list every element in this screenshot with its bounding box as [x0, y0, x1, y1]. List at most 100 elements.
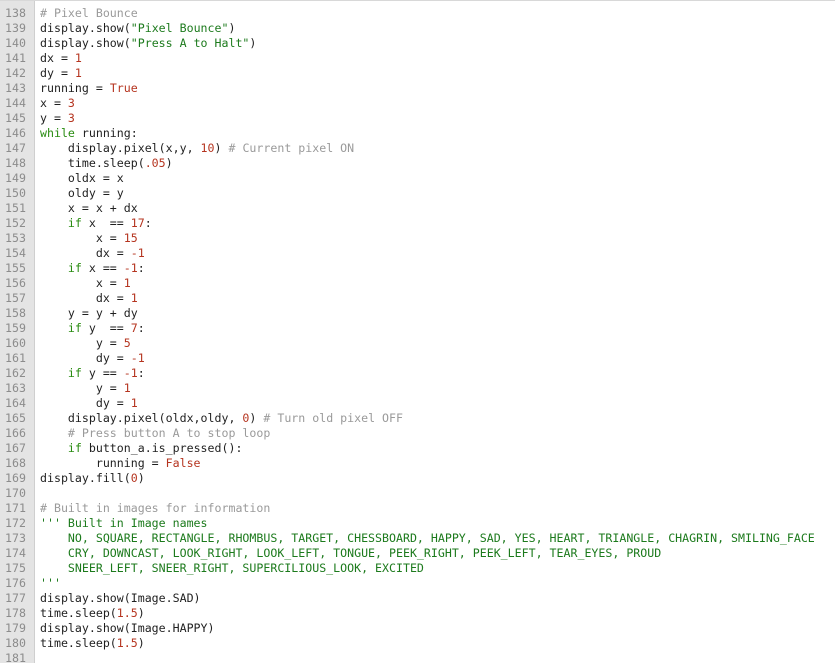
code-line[interactable]: dx = 1 [40, 291, 835, 306]
code-line[interactable]: if x == 17: [40, 216, 835, 231]
code-token: if [67, 216, 82, 230]
code-line[interactable]: display.show(Image.SAD) [40, 591, 835, 606]
code-line[interactable]: oldx = x [40, 171, 835, 186]
code-line[interactable]: CRY, DOWNCAST, LOOK_RIGHT, LOOK_LEFT, TO… [40, 546, 835, 561]
code-line[interactable]: dy = 1 [40, 66, 835, 81]
code-line[interactable]: if y == -1: [40, 366, 835, 381]
code-token: display.fill( [40, 471, 131, 485]
code-line[interactable] [40, 486, 835, 501]
code-token: ) [214, 141, 229, 155]
line-number: 152 [5, 216, 26, 230]
code-token: 0 [130, 471, 138, 485]
line-number: 144 [5, 96, 26, 110]
code-token: x == [81, 216, 131, 230]
code-token: dy = [40, 66, 75, 80]
line-number: 165 [5, 411, 26, 425]
code-token: 3 [67, 111, 75, 125]
code-line[interactable]: y = 5 [40, 336, 835, 351]
code-editor[interactable]: 138 139 140 141 142 143 144 145 146 147 148 149 150 1… [0, 0, 835, 665]
code-line[interactable]: if button_a.is_pressed(): [40, 441, 835, 456]
code-line[interactable]: dy = -1 [40, 351, 835, 366]
code-line[interactable]: ''' Built in Image names [40, 516, 835, 531]
code-token: 1 [123, 276, 131, 290]
code-token: y = y + dy [40, 306, 138, 320]
code-token: # Press button A to stop loop [67, 426, 271, 440]
code-line[interactable]: while running: [40, 126, 835, 141]
code-line[interactable]: x = 1 [40, 276, 835, 291]
code-line[interactable]: if x == -1: [40, 261, 835, 276]
code-line[interactable]: time.sleep(1.5) [40, 606, 835, 621]
code-token: : [137, 261, 145, 275]
line-number: 151 [5, 201, 26, 215]
line-number: 140 [5, 36, 26, 50]
code-line[interactable]: display.show(Image.HAPPY) [40, 621, 835, 636]
line-number: 150 [5, 186, 26, 200]
code-token: running = [40, 81, 110, 95]
code-line[interactable]: dx = -1 [40, 246, 835, 261]
code-token: NO, SQUARE, RECTANGLE, RHOMBUS, TARGET, … [40, 531, 815, 545]
code-line[interactable]: display.fill(0) [40, 471, 835, 486]
code-line[interactable]: display.pixel(oldx,oldy, 0) # Turn old p… [40, 411, 835, 426]
code-token: ''' [40, 576, 61, 590]
line-number: 181 [5, 651, 26, 665]
code-token: y = [40, 381, 124, 395]
code-token: y = [40, 336, 124, 350]
code-line[interactable]: # Pixel Bounce [40, 6, 835, 21]
code-line[interactable]: time.sleep(1.5) [40, 636, 835, 651]
line-number: 143 [5, 81, 26, 95]
code-token: 1 [130, 291, 138, 305]
code-token: : [137, 366, 145, 380]
code-line[interactable]: display.show("Press A to Halt") [40, 36, 835, 51]
code-token: display.show( [40, 36, 131, 50]
code-token: # Turn old pixel OFF [263, 411, 403, 425]
code-line[interactable]: # Press button A to stop loop [40, 426, 835, 441]
line-number: 161 [5, 351, 26, 365]
code-line[interactable]: dy = 1 [40, 396, 835, 411]
code-line[interactable]: y = 1 [40, 381, 835, 396]
code-token: 15 [123, 231, 138, 245]
code-line[interactable]: # Built in images for information [40, 501, 835, 516]
line-number-gutter: 138 139 140 141 142 143 144 145 146 147 148 149 150 1… [0, 1, 35, 665]
code-token: ) [228, 21, 236, 35]
code-token: : [137, 321, 145, 335]
code-line[interactable]: time.sleep(.05) [40, 156, 835, 171]
code-line[interactable]: oldy = y [40, 186, 835, 201]
code-line[interactable]: display.show("Pixel Bounce") [40, 21, 835, 36]
code-token: if [67, 261, 82, 275]
code-line[interactable] [40, 651, 835, 663]
code-token: # Built in images for information [40, 501, 271, 515]
code-token: -1 [130, 246, 145, 260]
code-line[interactable]: display.pixel(x,y, 10) # Current pixel O… [40, 141, 835, 156]
code-line[interactable]: running = False [40, 456, 835, 471]
line-number: 170 [5, 486, 26, 500]
code-line[interactable]: if y == 7: [40, 321, 835, 336]
code-line[interactable]: y = y + dy [40, 306, 835, 321]
code-line[interactable]: ''' [40, 576, 835, 591]
code-token: 1 [74, 66, 82, 80]
code-token: # Current pixel ON [228, 141, 355, 155]
code-line[interactable]: x = 15 [40, 231, 835, 246]
code-line[interactable]: SNEER_LEFT, SNEER_RIGHT, SUPERCILIOUS_LO… [40, 561, 835, 576]
code-token: 1 [123, 381, 131, 395]
code-token: ) [137, 636, 145, 650]
code-line[interactable]: running = True [40, 81, 835, 96]
line-number: 158 [5, 306, 26, 320]
code-token: 17 [130, 216, 145, 230]
code-token: display.show( [40, 21, 131, 35]
code-token: -1 [123, 366, 138, 380]
line-number: 149 [5, 171, 26, 185]
line-number: 154 [5, 246, 26, 260]
code-line[interactable]: dx = 1 [40, 51, 835, 66]
line-number: 174 [5, 546, 26, 560]
code-area[interactable]: # Pixel Bounce display.show("Pixel Bounce… [35, 1, 835, 663]
code-token: running = [40, 456, 166, 470]
code-line[interactable]: x = x + dx [40, 201, 835, 216]
code-token: time.sleep( [40, 636, 117, 650]
code-token: : [144, 216, 152, 230]
code-line[interactable]: x = 3 [40, 96, 835, 111]
code-line[interactable]: y = 3 [40, 111, 835, 126]
code-line[interactable]: NO, SQUARE, RECTANGLE, RHOMBUS, TARGET, … [40, 531, 835, 546]
